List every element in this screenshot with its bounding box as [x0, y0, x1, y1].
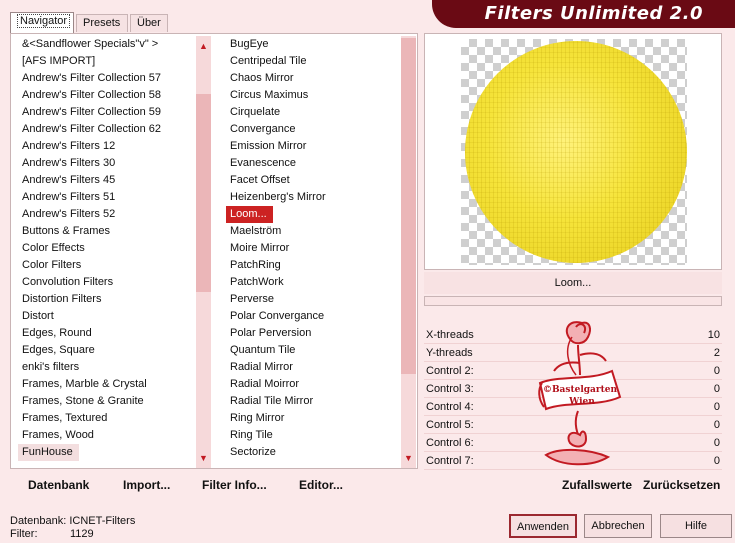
filter-item[interactable]: PatchRing: [226, 257, 398, 274]
app-title: Filters Unlimited 2.0: [484, 3, 703, 24]
tab-presets[interactable]: Presets: [76, 14, 128, 32]
control-label: Control 2:: [426, 365, 474, 377]
filter-item[interactable]: Ring Mirror: [226, 410, 398, 427]
control-value[interactable]: 0: [714, 416, 720, 434]
filter-item[interactable]: Radial Tile Mirror: [226, 393, 398, 410]
filter-item[interactable]: Convergance: [226, 121, 398, 138]
reset-link[interactable]: Zurücksetzen: [643, 478, 720, 494]
control-label: Control 5:: [426, 419, 474, 431]
control-value[interactable]: 0: [714, 452, 720, 470]
category-item[interactable]: Distort: [18, 308, 194, 325]
database-link[interactable]: Datenbank: [28, 478, 89, 494]
category-scroll-thumb[interactable]: [196, 94, 211, 292]
filter-item[interactable]: Chaos Mirror: [226, 70, 398, 87]
cancel-button[interactable]: Abbrechen: [584, 514, 652, 538]
category-item[interactable]: Convolution Filters: [18, 274, 194, 291]
category-item[interactable]: Andrew's Filters 30: [18, 155, 194, 172]
category-item[interactable]: Buttons & Frames: [18, 223, 194, 240]
control-label: Y-threads: [426, 347, 473, 359]
control-label: X-threads: [426, 329, 474, 341]
apply-button[interactable]: Anwenden: [509, 514, 577, 538]
title-banner: Filters Unlimited 2.0: [432, 0, 735, 28]
help-button[interactable]: Hilfe: [660, 514, 732, 538]
filter-item[interactable]: Cirquelate: [226, 104, 398, 121]
filter-scroll-thumb[interactable]: [401, 38, 416, 374]
control-label: Control 3:: [426, 383, 474, 395]
category-item[interactable]: [AFS IMPORT]: [18, 53, 194, 70]
category-item[interactable]: Edges, Round: [18, 325, 194, 342]
filter-item[interactable]: Evanescence: [226, 155, 398, 172]
filter-item[interactable]: BugEye: [226, 36, 398, 53]
filter-item[interactable]: Moire Mirror: [226, 240, 398, 257]
tab-navigator[interactable]: Navigator: [10, 12, 74, 33]
bastelgarten-logo: ©Bastelgarten Wien: [538, 321, 622, 466]
category-item[interactable]: Andrew's Filters 12: [18, 138, 194, 155]
status-database: Datenbank: ICNET-Filters: [10, 515, 136, 527]
category-item[interactable]: Andrew's Filters 52: [18, 206, 194, 223]
category-item[interactable]: &<Sandflower Specials"v" >: [18, 36, 194, 53]
scroll-down-icon[interactable]: ▼: [401, 450, 416, 466]
status-filter-count: Filter: 1129: [10, 528, 94, 540]
category-item[interactable]: Frames, Marble & Crystal: [18, 376, 194, 393]
filter-item[interactable]: Radial Mirror: [226, 359, 398, 376]
filter-item[interactable]: Quantum Tile: [226, 342, 398, 359]
category-item[interactable]: Andrew's Filters 51: [18, 189, 194, 206]
category-item[interactable]: Color Filters: [18, 257, 194, 274]
filter-info-link[interactable]: Filter Info...: [202, 478, 267, 494]
control-value[interactable]: 10: [708, 326, 720, 344]
control-value[interactable]: 0: [714, 380, 720, 398]
category-item[interactable]: Frames, Wood: [18, 427, 194, 444]
editor-link[interactable]: Editor...: [299, 478, 343, 494]
filter-item[interactable]: Maelström: [226, 223, 398, 240]
category-item[interactable]: Andrew's Filter Collection 57: [18, 70, 194, 87]
category-list[interactable]: &<Sandflower Specials"v" > [AFS IMPORT] An…: [18, 36, 194, 468]
category-item[interactable]: Andrew's Filter Collection 58: [18, 87, 194, 104]
logo-text-line1: ©Bastelgarten: [543, 385, 618, 395]
random-values-link[interactable]: Zufallswerte: [562, 478, 632, 494]
filter-item[interactable]: Circus Maximus: [226, 87, 398, 104]
filter-item[interactable]: Radial Moirror: [226, 376, 398, 393]
control-label: Control 6:: [426, 437, 474, 449]
preview-image: [465, 41, 687, 263]
category-item[interactable]: Andrew's Filter Collection 62: [18, 121, 194, 138]
control-value[interactable]: 0: [714, 362, 720, 380]
filter-list[interactable]: BugEye Centripedal Tile Chaos Mirror Circus…: [226, 36, 398, 468]
filter-item[interactable]: Facet Offset: [226, 172, 398, 189]
category-item[interactable]: Frames, Stone & Granite: [18, 393, 194, 410]
category-item[interactable]: enki's filters: [18, 359, 194, 376]
filter-item[interactable]: PatchWork: [226, 274, 398, 291]
category-item[interactable]: Andrew's Filter Collection 59: [18, 104, 194, 121]
scroll-up-icon[interactable]: ▲: [196, 38, 211, 54]
category-item[interactable]: Edges, Square: [18, 342, 194, 359]
control-value[interactable]: 0: [714, 398, 720, 416]
category-item[interactable]: FunHouse: [18, 444, 79, 461]
control-label: Control 4:: [426, 401, 474, 413]
import-link[interactable]: Import...: [123, 478, 170, 494]
filter-item[interactable]: Emission Mirror: [226, 138, 398, 155]
preview-pane: [424, 33, 722, 270]
category-item[interactable]: Color Effects: [18, 240, 194, 257]
filter-item[interactable]: Centripedal Tile: [226, 53, 398, 70]
control-label: Control 7:: [426, 455, 474, 467]
progress-bar: [424, 296, 722, 306]
filter-item[interactable]: Polar Perversion: [226, 325, 398, 342]
category-item[interactable]: Andrew's Filters 45: [18, 172, 194, 189]
filter-item[interactable]: Loom...: [226, 206, 273, 223]
filter-item[interactable]: Polar Convergance: [226, 308, 398, 325]
tab-uber[interactable]: Über: [130, 14, 168, 32]
control-value[interactable]: 0: [714, 434, 720, 452]
current-filter-label: Loom...: [424, 272, 722, 294]
filter-item[interactable]: Perverse: [226, 291, 398, 308]
filter-item[interactable]: Sectorize: [226, 444, 398, 461]
filter-item[interactable]: Heizenberg's Mirror: [226, 189, 398, 206]
category-scrollbar[interactable]: ▲ ▼: [196, 36, 211, 468]
scroll-down-icon[interactable]: ▼: [196, 450, 211, 466]
category-item[interactable]: Distortion Filters: [18, 291, 194, 308]
filter-item[interactable]: Ring Tile: [226, 427, 398, 444]
category-item[interactable]: Frames, Textured: [18, 410, 194, 427]
control-value[interactable]: 2: [714, 344, 720, 362]
filter-scrollbar[interactable]: ▲ ▼: [401, 36, 416, 468]
logo-text-line2: Wien: [568, 397, 595, 407]
